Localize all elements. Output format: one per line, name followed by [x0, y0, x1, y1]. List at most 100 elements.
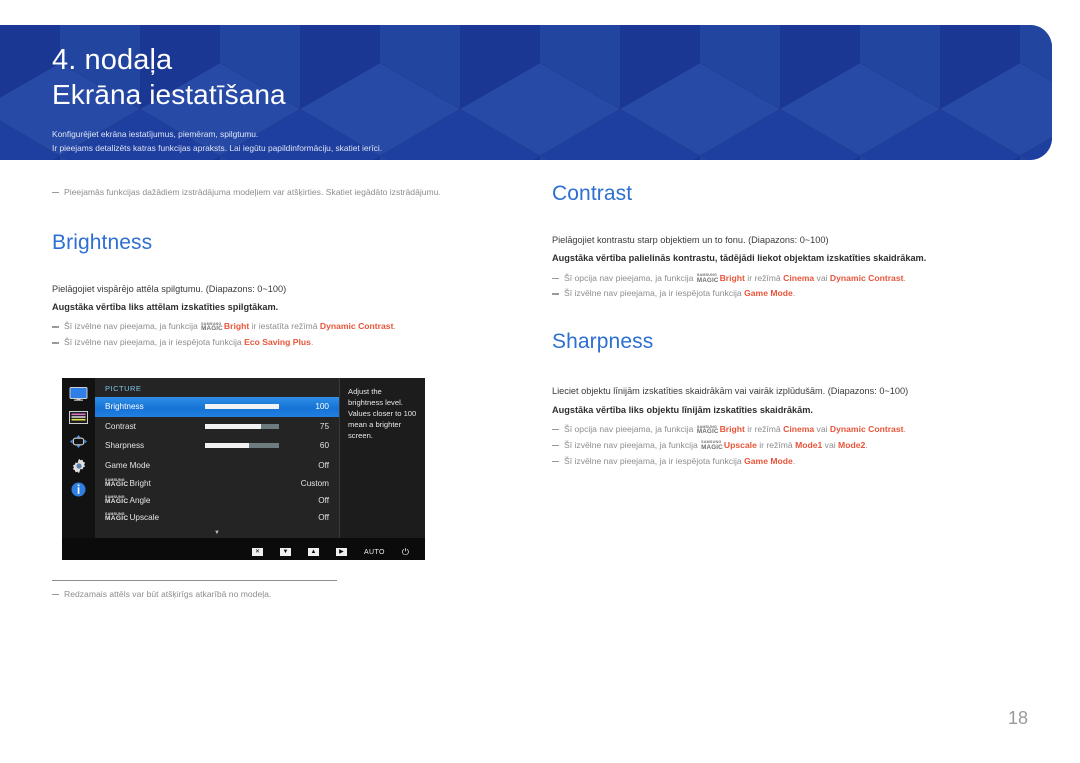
contrast-note-1-or: vai	[814, 272, 830, 283]
sharpness-note-1-part-c: ir režīmā	[744, 423, 784, 434]
sharpness-description: Lieciet objektu līnijām izskatīties skai…	[552, 386, 909, 397]
page-number: 18	[1007, 708, 1028, 728]
onscreen-display-icon	[69, 410, 89, 425]
intro-note: Pieejamās funkcijas dažādiem izstrādājum…	[52, 186, 512, 199]
osd-row-game-mode[interactable]: Game Mode Off	[95, 456, 339, 476]
contrast-note-1-part-a: Šī opcija nav pieejama, ja funkcija	[564, 272, 696, 283]
osd-scroll-down-icon[interactable]: ▼	[95, 530, 339, 536]
brightness-note-1: Šī izvēlne nav pieejama, ja funkcija SAM…	[52, 320, 512, 333]
footnote-divider	[52, 580, 337, 581]
chapter-banner: 4. nodaļa Ekrāna iestatīšana Konfigurēji…	[0, 25, 1052, 160]
magic-suffix-angle: Angle	[129, 496, 151, 506]
osd-label-magicangle: SAMSUNG MAGIC Angle	[105, 495, 205, 506]
contrast-note-1-bright: Bright	[719, 272, 745, 283]
setup-gear-icon	[69, 458, 89, 473]
osd-value-magicbright: Custom	[300, 479, 329, 488]
magic-big-text: MAGIC	[696, 276, 719, 284]
osd-row-magicangle[interactable]: SAMSUNG MAGIC Angle Off	[95, 492, 339, 509]
magic-logo-icon: SAMSUNG MAGIC	[697, 425, 719, 436]
brightness-note-1-part-c: ir iestatīta režīmā	[249, 321, 320, 332]
sharpness-note-2: Šī izvēlne nav pieejama, ja funkcija SAM…	[552, 439, 1022, 452]
osd-tooltip-panel: Adjust the brightness level. Values clos…	[340, 378, 425, 538]
osd-sidebar	[62, 378, 95, 538]
osd-label-magicbright: SAMSUNG MAGIC Bright	[105, 478, 205, 489]
brightness-note-1-period: .	[393, 321, 396, 332]
osd-label-contrast: Contrast	[105, 421, 136, 431]
magic-big-text: MAGIC	[105, 514, 129, 522]
osd-key-down[interactable]: ▼	[279, 548, 291, 556]
sharpness-note-3-part-a: Šī izvēlne nav pieejama, ja ir iespējota…	[564, 455, 745, 466]
magic-logo-icon: SAMSUNG MAGIC	[701, 441, 723, 451]
chapter-title: Ekrāna iestatīšana	[52, 79, 286, 111]
osd-menu-header: PICTURE	[105, 384, 142, 393]
brightness-description-2: Augstāka vērtība liks attēlam izskatītie…	[52, 302, 279, 313]
osd-key-enter[interactable]: ▶	[335, 548, 347, 556]
osd-label-brightness: Brightness	[105, 402, 144, 412]
contrast-note-2: Šī izvēlne nav pieejama, ja ir iespējota…	[552, 287, 1022, 300]
contrast-note-1-dynamic: Dynamic Contrast	[829, 272, 904, 283]
brightness-description: Pielāgojiet vispārējo attēla spilgtumu. …	[52, 283, 287, 294]
monitor-icon	[69, 386, 89, 401]
chapter-subtitle-line2: Ir pieejams detalizēts katras funkcijas …	[52, 142, 383, 153]
osd-row-brightness[interactable]: Brightness 100	[95, 397, 339, 417]
sharpness-note-1-bright: Bright	[719, 423, 745, 434]
magic-big-text: MAGIC	[201, 325, 223, 333]
osd-slider-sharpness[interactable]	[205, 443, 279, 449]
power-icon[interactable]: ⏻	[402, 547, 409, 557]
sharpness-note-2-part-c: ir režīmā	[756, 439, 796, 450]
osd-label-game-mode: Game Mode	[105, 460, 151, 470]
brightness-note-2-period: .	[310, 337, 314, 348]
sharpness-note-1-cinema: Cinema	[783, 423, 815, 434]
osd-row-sharpness[interactable]: Sharpness 60	[95, 436, 339, 456]
osd-key-bar: ✕ ▼ ▲ ▶ AUTO ⏻	[62, 544, 425, 560]
sharpness-note-3: Šī izvēlne nav pieejama, ja ir iespējota…	[552, 455, 1022, 468]
sharpness-note-2-upscale: Upscale	[723, 439, 757, 450]
magic-big-text: MAGIC	[105, 480, 129, 488]
sharpness-note-2-or: vai	[822, 439, 839, 450]
magic-logo-icon: SAMSUNG MAGIC	[105, 495, 128, 506]
magic-logo-icon: SAMSUNG MAGIC	[105, 478, 129, 489]
chapter-subtitle-line1: Konfigurējiet ekrāna iestatījumus, piemē…	[52, 129, 259, 140]
brightness-note-1-bright: Bright	[223, 321, 250, 332]
sharpness-note-1-dynamic: Dynamic Contrast	[829, 423, 904, 434]
osd-slider-brightness[interactable]	[205, 404, 279, 410]
brightness-note-1-part-a: Šī izvēlne nav pieejama, ja funkcija	[64, 321, 201, 332]
section-title-contrast: Contrast	[552, 182, 633, 205]
magic-big-text: MAGIC	[701, 443, 723, 451]
contrast-note-2-period: .	[792, 288, 796, 299]
contrast-description: Pielāgojiet kontrastu starp objektiem un…	[552, 235, 829, 245]
sharpness-note-3-gamemode: Game Mode	[744, 455, 793, 466]
osd-row-magicupscale[interactable]: SAMSUNG MAGIC Upscale Off	[95, 509, 339, 526]
magic-logo-icon: SAMSUNG MAGIC	[697, 274, 719, 284]
left-column: Pieejamās funkcijas dažādiem izstrādājum…	[52, 186, 512, 352]
osd-slider-contrast[interactable]	[205, 423, 279, 429]
sharpness-description-2: Augstāka vērtība liks objektu līnijām iz…	[552, 404, 813, 415]
contrast-note-2-part-a: Šī izvēlne nav pieejama, ja ir iespējota…	[564, 288, 745, 299]
brightness-note-2-part-a: Šī izvēlne nav pieejama, ja ir iespējota…	[64, 337, 245, 348]
contrast-note-2-gamemode: Game Mode	[744, 288, 793, 299]
section-title-sharpness: Sharpness	[552, 330, 654, 354]
sharpness-note-2-period: .	[865, 439, 868, 450]
osd-image-footnote-wrap: Redzamais attēls var būt atšķirīgs atkar…	[52, 588, 452, 604]
osd-image-footnote: Redzamais attēls var būt atšķirīgs atkar…	[52, 588, 452, 601]
osd-value-contrast: 75	[319, 421, 329, 431]
osd-key-auto[interactable]: AUTO	[364, 549, 385, 556]
brightness-note-2: Šī izvēlne nav pieejama, ja ir iespējota…	[52, 336, 512, 349]
contrast-note-1-period: .	[903, 272, 906, 283]
sharpness-note-1-part-a: Šī opcija nav pieejama, ja funkcija	[564, 423, 696, 434]
contrast-note-1-cinema: Cinema	[783, 272, 815, 283]
chapter-number: 4. nodaļa	[52, 44, 173, 76]
sharpness-note-1: Šī opcija nav pieejama, ja funkcija SAMS…	[552, 423, 1022, 436]
osd-row-contrast[interactable]: Contrast 75	[95, 417, 339, 437]
sharpness-note-2-mode1: Mode1	[795, 439, 823, 450]
osd-key-up[interactable]: ▲	[307, 548, 319, 556]
osd-value-magicangle: Off	[318, 496, 329, 505]
osd-value-brightness: 100	[315, 402, 329, 412]
osd-key-close[interactable]: ✕	[251, 548, 263, 556]
sharpness-note-3-period: .	[792, 455, 796, 466]
brightness-note-1-mode: Dynamic Contrast	[319, 321, 394, 332]
osd-row-magicbright[interactable]: SAMSUNG MAGIC Bright Custom	[95, 475, 339, 492]
osd-value-sharpness: 60	[319, 441, 329, 451]
chapter-subtitle: Konfigurējiet ekrāna iestatījumus, piemē…	[52, 128, 1052, 155]
sharpness-note-2-part-a: Šī izvēlne nav pieejama, ja funkcija	[564, 439, 701, 450]
